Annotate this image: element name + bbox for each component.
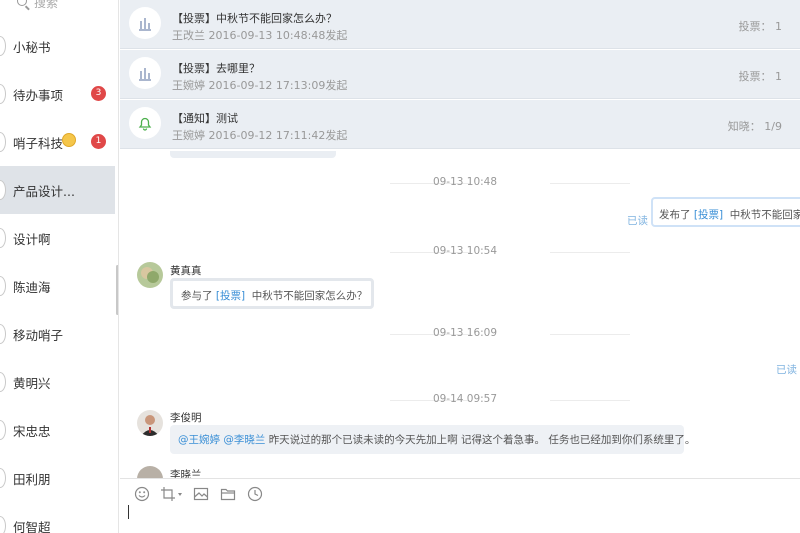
avatar	[0, 468, 6, 488]
conversation-item[interactable]: 小秘书	[0, 22, 115, 70]
crop-icon[interactable]	[160, 486, 184, 502]
message-text: @王婉婷 @李晓兰 昨天说过的那个已读未读的今天先加上啊 记得这个着急事。 任务…	[178, 434, 696, 446]
avatar	[0, 420, 6, 440]
conversation-name: 待办事项	[13, 88, 64, 103]
avatar	[0, 132, 6, 152]
read-status: 已读	[627, 215, 648, 227]
conversation-item[interactable]: 黄明兴	[0, 358, 115, 406]
message-text: 发布了 [投票] 中秋节不能回家	[659, 209, 800, 221]
conversation-name: 陈迪海	[13, 280, 51, 295]
timestamp-divider: 09-13 10:48	[120, 175, 800, 191]
conversation-item[interactable]: 宋忠忠	[0, 406, 115, 454]
conversation-name: 何智超	[13, 520, 51, 533]
message-input-area[interactable]	[120, 478, 800, 533]
incoming-message[interactable]: @王婉婷 @李晓兰 昨天说过的那个已读未读的今天先加上啊 记得这个着急事。 任务…	[170, 425, 695, 454]
sender-name: 李俊明	[170, 412, 202, 424]
bell-icon	[129, 107, 161, 139]
conversation-name: 小秘书	[13, 40, 51, 55]
avatar[interactable]	[137, 262, 163, 288]
conversation-item[interactable]: 陈迪海	[0, 262, 115, 310]
message-bubble-partial	[170, 151, 336, 158]
mention[interactable]: @李晓兰	[223, 434, 265, 446]
avatar	[0, 372, 6, 392]
notice-meta: 王婉婷 2016-09-12 17:11:42发起	[172, 129, 348, 142]
incoming-message[interactable]: 参与了 [投票] 中秋节不能回家怎么办？	[170, 278, 374, 309]
timestamp-divider: 09-13 10:54	[120, 244, 800, 260]
poll-notice[interactable]: 【投票】去哪里？ 王婉婷 2016-09-12 17:13:09发起 投票： 1	[120, 50, 800, 99]
conversation-item[interactable]: 哨子科技 1	[0, 118, 115, 166]
message-text: 参与了 [投票] 中秋节不能回家怎么办？	[181, 290, 368, 302]
avatar	[0, 516, 6, 533]
folder-icon[interactable]	[220, 486, 236, 502]
conversation-name: 田利朋	[13, 472, 51, 487]
unread-badge: 3	[91, 86, 106, 101]
conversation-item-active[interactable]: 产品设计...	[0, 166, 115, 214]
clock-icon[interactable]	[247, 486, 263, 502]
poll-notice[interactable]: 【投票】中秋节不能回家怎么办？ 王改兰 2016-09-13 10:48:48发…	[120, 0, 800, 49]
conversation-name: 哨子科技	[13, 136, 64, 151]
outgoing-message[interactable]: 发布了 [投票] 中秋节不能回家	[651, 197, 800, 227]
poll-link[interactable]: [投票]	[216, 290, 245, 302]
search-icon	[17, 0, 27, 6]
conversation-item[interactable]: 设计啊	[0, 214, 115, 262]
avatar	[0, 276, 6, 296]
notice-stat: 知晓： 1/9	[727, 120, 782, 133]
conversation-name: 产品设计...	[13, 184, 75, 199]
timestamp: 09-13 10:48	[432, 176, 498, 188]
conversation-name: 设计啊	[13, 232, 51, 247]
avatar	[0, 228, 6, 248]
read-status: 已读	[776, 364, 797, 376]
poll-icon	[129, 7, 161, 39]
timestamp: 09-14 09:57	[432, 393, 498, 405]
notice-stat: 投票： 1	[738, 70, 783, 83]
notice-meta: 王婉婷 2016-09-12 17:13:09发起	[172, 79, 348, 92]
avatar	[0, 324, 6, 344]
sidebar-scrollbar[interactable]	[116, 265, 118, 315]
notice-stat: 投票： 1	[738, 20, 783, 33]
image-icon[interactable]	[193, 486, 209, 502]
conversation-sidebar: 搜索 小秘书 待办事项 3 哨子科技 1 产品设计... 设计啊 陈迪海 移动哨…	[0, 0, 119, 533]
conversation-name: 移动哨子	[13, 328, 64, 343]
avatar[interactable]	[137, 410, 163, 436]
conversation-item[interactable]: 待办事项 3	[0, 70, 115, 118]
avatar	[0, 180, 6, 200]
emoji-icon[interactable]	[134, 486, 150, 502]
conversation-name: 黄明兴	[13, 376, 51, 391]
notice-title: 【通知】测试	[172, 112, 238, 125]
search-box[interactable]: 搜索	[0, 0, 118, 20]
conversation-item[interactable]: 田利朋	[0, 454, 115, 502]
timestamp-divider: 09-13 16:09	[120, 326, 800, 342]
avatar	[0, 36, 6, 56]
conversation-item[interactable]: 移动哨子	[0, 310, 115, 358]
mention[interactable]: @王婉婷	[178, 434, 220, 446]
announcement-notice[interactable]: 【通知】测试 王婉婷 2016-09-12 17:11:42发起 知晓： 1/9	[120, 100, 800, 149]
conversation-item[interactable]: 何智超	[0, 502, 115, 533]
chat-panel: 【投票】中秋节不能回家怎么办？ 王改兰 2016-09-13 10:48:48发…	[120, 0, 800, 533]
timestamp-divider: 09-14 09:57	[120, 392, 800, 408]
poll-icon	[129, 57, 161, 89]
timestamp: 09-13 10:54	[432, 245, 498, 257]
notice-title: 【投票】去哪里？	[172, 62, 260, 75]
conversation-name: 宋忠忠	[13, 424, 51, 439]
poll-link[interactable]: [投票]	[694, 209, 723, 221]
avatar	[0, 84, 6, 104]
search-placeholder: 搜索	[34, 0, 59, 10]
verified-icon	[62, 133, 76, 147]
timestamp: 09-13 16:09	[432, 327, 498, 339]
sender-name: 黄真真	[170, 265, 202, 277]
unread-badge: 1	[91, 134, 106, 149]
text-caret	[128, 505, 129, 519]
notice-title: 【投票】中秋节不能回家怎么办？	[172, 12, 337, 25]
notice-meta: 王改兰 2016-09-13 10:48:48发起	[172, 29, 348, 42]
